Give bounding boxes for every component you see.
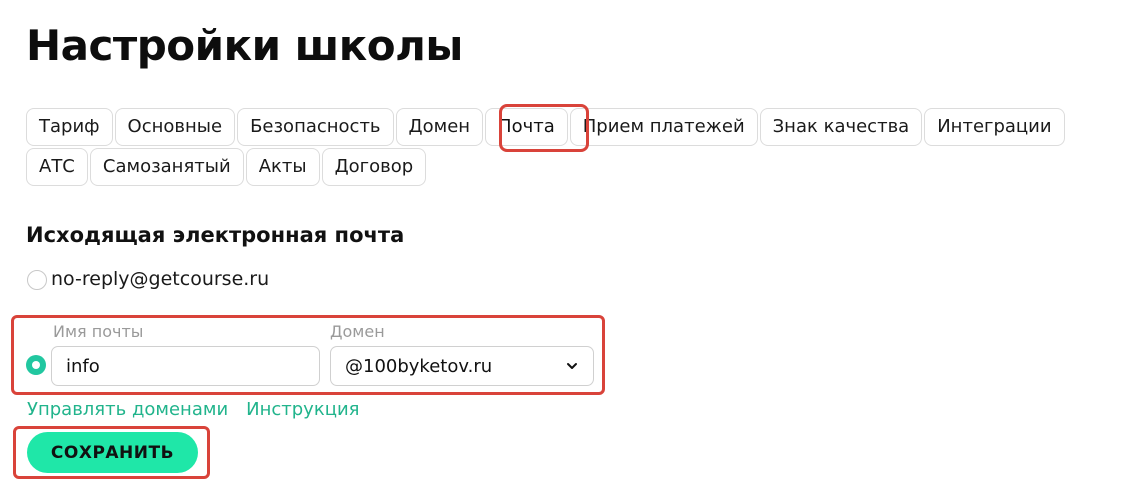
tab-tariff[interactable]: Тариф	[26, 108, 113, 146]
tab-quality-mark[interactable]: Знак качества	[759, 108, 923, 146]
tab-main[interactable]: Основные	[114, 108, 236, 146]
tab-domain[interactable]: Домен	[395, 108, 484, 146]
default-email-label: no-reply@getcourse.ru	[51, 268, 270, 290]
email-links: Управлять доменами Инструкция	[27, 398, 359, 422]
email-name-caption: Имя почты	[53, 322, 144, 341]
tabs-row-2: АТС Самозанятый Акты Договор	[26, 148, 427, 186]
tab-self-employed[interactable]: Самозанятый	[89, 148, 244, 186]
tabs-row-1: Тариф Основные Безопасность Домен Почта …	[26, 108, 1065, 146]
email-name-input[interactable]	[51, 346, 320, 386]
domain-select[interactable]: @100byketov.ru	[330, 346, 594, 386]
tab-security[interactable]: Безопасность	[237, 108, 394, 146]
chevron-down-icon	[567, 363, 577, 369]
domain-caption: Домен	[330, 322, 385, 341]
domain-select-value: @100byketov.ru	[345, 355, 493, 377]
radio-custom-email[interactable]	[26, 355, 46, 375]
tab-payments[interactable]: Прием платежей	[569, 108, 758, 146]
section-title-outgoing-email: Исходящая электронная почта	[26, 223, 405, 247]
tab-pbx[interactable]: АТС	[26, 148, 88, 186]
tab-integrations[interactable]: Интеграции	[924, 108, 1065, 146]
manage-domains-link[interactable]: Управлять доменами	[27, 398, 228, 422]
instructions-link[interactable]: Инструкция	[246, 398, 359, 422]
tab-mail[interactable]: Почта	[485, 108, 568, 146]
save-button[interactable]: СОХРАНИТЬ	[27, 432, 198, 473]
radio-default-email[interactable]	[27, 270, 47, 290]
tab-acts[interactable]: Акты	[245, 148, 320, 186]
page-title: Настройки школы	[26, 21, 463, 70]
settings-page: Настройки школы Тариф Основные Безопасно…	[0, 0, 1127, 483]
tab-contract[interactable]: Договор	[321, 148, 427, 186]
